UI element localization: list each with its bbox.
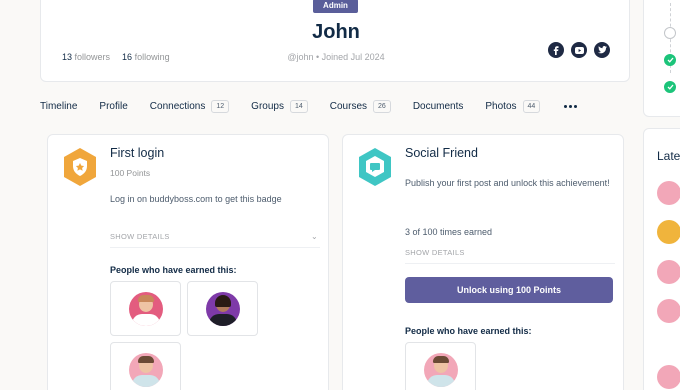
tab-photos[interactable]: Photos 44 <box>485 100 541 113</box>
tab-count: 14 <box>289 100 308 113</box>
step-complete-icon <box>664 81 676 93</box>
role-badge: Admin <box>313 0 358 13</box>
member-avatar[interactable] <box>657 181 680 205</box>
tab-label: Groups <box>251 101 284 112</box>
earned-avatars <box>110 281 270 390</box>
badge-card-first-login: First login 100 Points Log in on buddybo… <box>47 134 329 390</box>
step-pending-icon <box>664 27 676 39</box>
show-details-toggle[interactable]: SHOW DETAILS ⌄ <box>110 232 320 248</box>
twitter-icon[interactable] <box>594 42 610 58</box>
youtube-icon[interactable] <box>571 42 587 58</box>
show-details-label: SHOW DETAILS <box>405 248 465 257</box>
tab-count: 44 <box>522 100 541 113</box>
badge-chat-icon <box>359 148 391 186</box>
social-links <box>548 42 610 58</box>
earner-avatar-card[interactable] <box>110 281 181 336</box>
chevron-down-icon: ⌄ <box>310 232 318 241</box>
badge-progress: 3 of 100 times earned <box>405 227 493 237</box>
tab-connections[interactable]: Connections 12 <box>149 100 230 113</box>
tab-label: Photos <box>485 101 517 112</box>
tab-documents[interactable]: Documents <box>413 101 464 112</box>
earner-avatar-card[interactable] <box>405 342 476 390</box>
earned-avatars <box>405 342 565 390</box>
tab-timeline[interactable]: Timeline <box>40 101 77 112</box>
tab-courses[interactable]: Courses 26 <box>330 100 391 113</box>
tab-label: Connections <box>149 101 206 112</box>
facebook-icon[interactable] <box>548 42 564 58</box>
earner-avatar-card[interactable] <box>187 281 258 336</box>
tab-label: Timeline <box>40 101 78 112</box>
widget-title: Late <box>657 149 680 163</box>
member-avatar[interactable] <box>657 260 680 284</box>
tab-count: 12 <box>211 100 230 113</box>
badge-description: Publish your first post and unlock this … <box>405 178 610 188</box>
step-complete-icon <box>664 54 676 66</box>
badge-title: First login <box>110 146 165 160</box>
tab-count: 26 <box>373 100 391 113</box>
profile-name: John <box>312 21 360 43</box>
tab-groups[interactable]: Groups 14 <box>251 100 308 113</box>
member-avatar[interactable] <box>657 220 680 244</box>
earned-title: People who have earned this: <box>405 326 532 336</box>
badge-points: 100 Points <box>110 168 151 178</box>
profile-meta: @john • Joined Jul 2024 <box>287 52 385 62</box>
badge-shield-icon <box>64 148 96 186</box>
tab-label: Courses <box>329 101 368 112</box>
tab-profile[interactable]: Profile <box>99 101 127 112</box>
earned-title: People who have earned this: <box>110 265 237 275</box>
unlock-button[interactable]: Unlock using 100 Points <box>405 277 613 303</box>
avatar <box>128 352 163 387</box>
avatar <box>423 352 458 387</box>
show-details-toggle[interactable]: SHOW DETAILS <box>405 248 615 264</box>
badge-title: Social Friend <box>405 146 478 160</box>
badge-description: Log in on buddyboss.com to get this badg… <box>110 194 282 204</box>
tab-label: Profile <box>99 101 128 112</box>
latest-members-card: Late <box>643 128 680 390</box>
profile-nav: Timeline Profile Connections 12 Groups 14 … <box>40 100 578 113</box>
badge-card-social-friend: Social Friend Publish your first post an… <box>342 134 624 390</box>
member-avatar[interactable] <box>657 365 680 389</box>
more-icon[interactable] <box>564 105 578 108</box>
member-avatar[interactable] <box>657 299 680 323</box>
progress-steps-card <box>643 0 680 117</box>
earner-avatar-card[interactable] <box>110 342 181 390</box>
profile-header-card: Admin John 13 followers 16 following @jo… <box>40 0 630 82</box>
avatar <box>128 291 163 326</box>
avatar <box>205 291 240 326</box>
tab-label: Documents <box>412 101 464 112</box>
show-details-label: SHOW DETAILS <box>110 232 170 241</box>
